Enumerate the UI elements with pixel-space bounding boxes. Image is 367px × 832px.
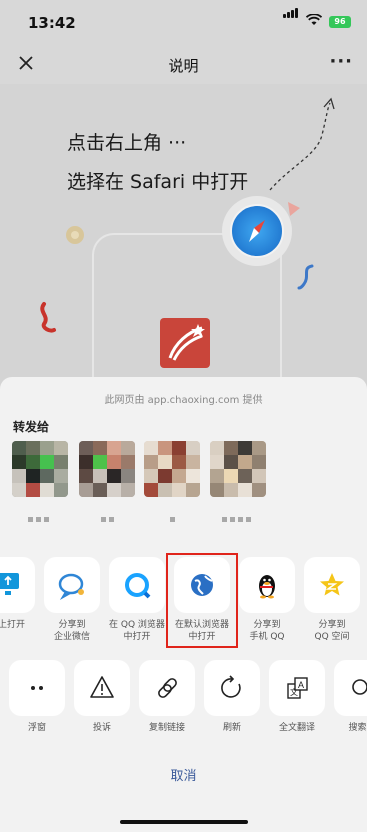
action-label: 复制链接 [148, 723, 185, 733]
action-tile: A文 [269, 660, 325, 716]
tool-actions-row: 浮窗 投诉 复制链接 刷新 A文 全文翻译 搜索 [0, 660, 367, 750]
dashed-arrow-icon [269, 97, 335, 191]
action-label: 分享到 QQ 空间 [314, 620, 350, 642]
action-copy-link[interactable]: 复制链接 [134, 660, 200, 734]
home-indicator[interactable] [120, 820, 248, 824]
decoration-triangle-icon [288, 202, 300, 216]
action-tile [0, 557, 35, 613]
action-tile [109, 557, 165, 613]
more-button[interactable]: ··· [329, 51, 353, 72]
action-label: 顶上打开 [0, 620, 25, 630]
avatar [12, 441, 68, 497]
action-search-page[interactable]: 搜索页 [329, 660, 367, 734]
action-label: 搜索页 [348, 723, 367, 733]
search-icon [352, 679, 367, 695]
forward-title: 转发给 [13, 420, 50, 434]
avatar [79, 441, 135, 497]
decoration-red-icon [40, 302, 56, 333]
action-tile [334, 660, 367, 716]
contact-item[interactable] [79, 441, 135, 522]
battery-icon: 96 [329, 16, 351, 28]
provider-text: 此网页由 app.chaoxing.com 提供 [104, 395, 263, 406]
warning-icon [90, 676, 114, 698]
action-tile [44, 557, 100, 613]
action-complain[interactable]: 投诉 [69, 660, 135, 734]
avatar [210, 441, 266, 497]
action-label: 浮窗 [27, 723, 46, 733]
svg-text:文: 文 [290, 687, 298, 697]
svg-text:A: A [298, 680, 304, 690]
status-bar: 13:42 96 [0, 0, 367, 46]
action-translate[interactable]: A文 全文翻译 [264, 660, 330, 734]
decoration-blue-icon [297, 264, 314, 290]
qq-browser-icon [125, 573, 151, 599]
instruction-line-1: 点击右上角 ··· [67, 132, 187, 154]
action-open-on-top[interactable]: 顶上打开 [0, 557, 40, 631]
instruction-line-2: 选择在 Safari 中打开 [67, 171, 249, 193]
cancel-button[interactable]: 取消 [0, 765, 367, 784]
qq-penguin-icon [259, 575, 275, 599]
contact-item[interactable] [144, 441, 200, 522]
action-tile [239, 557, 295, 613]
action-tile [74, 660, 130, 716]
action-tile [304, 557, 360, 613]
action-share-qzone[interactable]: 分享到 QQ 空间 [299, 557, 365, 643]
action-label: 在 QQ 浏览器 中打开 [109, 620, 165, 642]
nav-bar: 说明 ··· [0, 46, 367, 84]
action-label: 全文翻译 [278, 723, 315, 733]
status-time: 13:42 [28, 14, 76, 32]
action-label: 刷新 [222, 723, 241, 733]
avatar [144, 441, 200, 497]
action-refresh[interactable]: 刷新 [199, 660, 265, 734]
wecom-icon [58, 573, 84, 601]
contact-item[interactable] [210, 441, 266, 522]
chaoxing-app-icon [160, 318, 210, 368]
action-label: 分享到 手机 QQ [249, 620, 285, 642]
action-share-wecom[interactable]: 分享到 企业微信 [39, 557, 105, 643]
action-share-mobile-qq[interactable]: 分享到 手机 QQ [234, 557, 300, 643]
page-title: 说明 [168, 57, 199, 75]
action-label: 投诉 [92, 723, 111, 733]
contact-item[interactable] [12, 441, 68, 522]
translate-icon: A文 [287, 677, 308, 699]
action-tile [139, 660, 195, 716]
decoration-gold-icon [66, 226, 84, 244]
action-tile [9, 660, 65, 716]
link-icon [158, 678, 177, 698]
wifi-icon [306, 14, 322, 25]
action-open-qq-browser[interactable]: 在 QQ 浏览器 中打开 [104, 557, 170, 643]
action-tile [204, 660, 260, 716]
action-float-window[interactable]: 浮窗 [4, 660, 70, 734]
safari-icon [222, 196, 292, 266]
qzone-star-icon [320, 573, 344, 596]
refresh-icon [221, 675, 241, 698]
monitor-icon [0, 573, 19, 595]
float-window-icon [31, 686, 43, 690]
action-label: 分享到 企业微信 [53, 620, 90, 642]
highlight-box [166, 553, 238, 648]
